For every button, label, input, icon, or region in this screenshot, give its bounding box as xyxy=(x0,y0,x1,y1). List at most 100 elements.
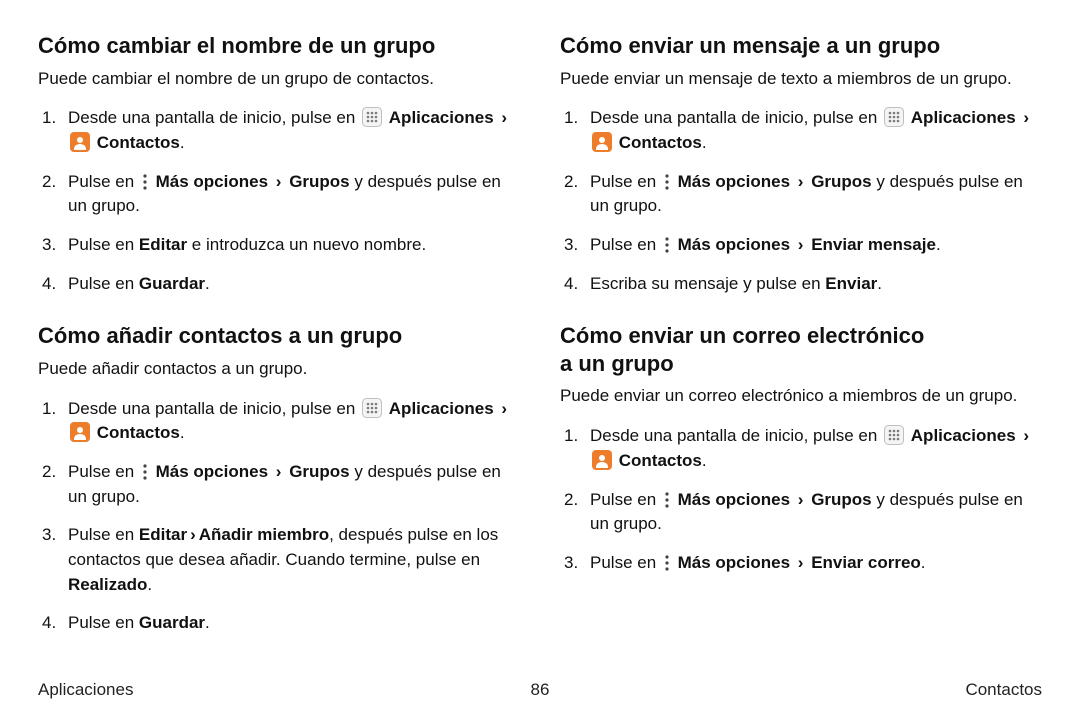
step: Pulse en Más opciones › Grupos y después… xyxy=(560,488,1042,537)
apps-icon xyxy=(884,107,904,127)
step: Pulse en Editar e introduzca un nuevo no… xyxy=(38,233,520,258)
section-title: Cómo añadir contactos a un grupo xyxy=(38,322,520,350)
step: Pulse en Más opciones › Enviar mensaje. xyxy=(560,233,1042,258)
contacts-label: Contactos xyxy=(97,423,180,442)
section-title: Cómo enviar un correo electrónico a un g… xyxy=(560,322,1042,377)
bold-term: Guardar xyxy=(139,274,205,293)
chevron-icon: › xyxy=(1020,108,1032,127)
period: . xyxy=(205,274,210,293)
more-options-icon xyxy=(663,173,671,191)
step-text: Desde una pantalla de inicio, pulse en xyxy=(68,108,360,127)
chevron-icon: › xyxy=(498,399,510,418)
period: . xyxy=(180,133,185,152)
section-title: Cómo enviar un mensaje a un grupo xyxy=(560,32,1042,60)
step-text: Escriba su mensaje y pulse en xyxy=(590,274,825,293)
step-text: Pulse en xyxy=(590,490,661,509)
two-column-layout: Cómo cambiar el nombre de un grupo Puede… xyxy=(38,32,1042,672)
chevron-icon: › xyxy=(795,235,807,254)
more-options-label: Más opciones xyxy=(678,172,790,191)
contacts-icon xyxy=(592,132,612,152)
footer-right: Contactos xyxy=(965,680,1042,700)
more-options-label: Más opciones xyxy=(678,553,790,572)
step-text: Desde una pantalla de inicio, pulse en xyxy=(590,426,882,445)
footer-left: Aplicaciones xyxy=(38,680,133,700)
period: . xyxy=(702,133,707,152)
step: Pulse en Más opciones › Grupos y después… xyxy=(38,170,520,219)
bold-term: Enviar xyxy=(825,274,877,293)
more-options-icon xyxy=(141,463,149,481)
apps-label: Aplicaciones xyxy=(911,108,1016,127)
apps-label: Aplicaciones xyxy=(389,108,494,127)
step-text: Pulse en xyxy=(68,274,139,293)
grupos-label: Grupos xyxy=(811,172,871,191)
step-text: Pulse en xyxy=(590,553,661,572)
step: Desde una pantalla de inicio, pulse en A… xyxy=(38,106,520,155)
step: Desde una pantalla de inicio, pulse en A… xyxy=(38,397,520,446)
period: . xyxy=(921,553,926,572)
contacts-label: Contactos xyxy=(619,451,702,470)
more-options-label: Más opciones xyxy=(678,490,790,509)
chevron-icon: › xyxy=(273,462,285,481)
contacts-icon xyxy=(70,422,90,442)
step-text: Pulse en xyxy=(590,172,661,191)
chevron-icon: › xyxy=(1020,426,1032,445)
step: Escriba su mensaje y pulse en Enviar. xyxy=(560,272,1042,297)
section-intro: Puede añadir contactos a un grupo. xyxy=(38,358,520,381)
step: Pulse en Editar›Añadir miembro, después … xyxy=(38,523,520,597)
chevron-icon: › xyxy=(273,172,285,191)
step: Pulse en Más opciones › Enviar correo. xyxy=(560,551,1042,576)
bold-term: Guardar xyxy=(139,613,205,632)
apps-icon xyxy=(884,425,904,445)
steps-list: Desde una pantalla de inicio, pulse en A… xyxy=(38,397,520,636)
step-text: Desde una pantalla de inicio, pulse en xyxy=(590,108,882,127)
apps-label: Aplicaciones xyxy=(389,399,494,418)
period: . xyxy=(205,613,210,632)
steps-list: Desde una pantalla de inicio, pulse en A… xyxy=(560,424,1042,575)
bold-term: Editar xyxy=(139,525,187,544)
contacts-icon xyxy=(592,450,612,470)
more-options-label: Más opciones xyxy=(156,172,268,191)
step: Pulse en Más opciones › Grupos y después… xyxy=(38,460,520,509)
chevron-icon: › xyxy=(795,172,807,191)
period: . xyxy=(180,423,185,442)
more-options-label: Más opciones xyxy=(678,235,790,254)
bold-term: Editar xyxy=(139,235,187,254)
apps-icon xyxy=(362,398,382,418)
section-intro: Puede enviar un correo electrónico a mie… xyxy=(560,385,1042,408)
step-text: Pulse en xyxy=(68,235,139,254)
chevron-icon: › xyxy=(498,108,510,127)
step: Pulse en Más opciones › Grupos y después… xyxy=(560,170,1042,219)
right-column: Cómo enviar un mensaje a un grupo Puede … xyxy=(560,32,1042,672)
bold-term: Enviar correo xyxy=(811,553,921,572)
step: Desde una pantalla de inicio, pulse en A… xyxy=(560,424,1042,473)
step: Desde una pantalla de inicio, pulse en A… xyxy=(560,106,1042,155)
page-footer: Aplicaciones 86 Contactos xyxy=(38,680,1042,700)
period: . xyxy=(936,235,941,254)
steps-list: Desde una pantalla de inicio, pulse en A… xyxy=(560,106,1042,296)
step: Pulse en Guardar. xyxy=(38,611,520,636)
grupos-label: Grupos xyxy=(289,172,349,191)
more-options-icon xyxy=(663,236,671,254)
apps-label: Aplicaciones xyxy=(911,426,1016,445)
step-text: Pulse en xyxy=(68,525,139,544)
chevron-icon: › xyxy=(795,553,807,572)
section-title: Cómo cambiar el nombre de un grupo xyxy=(38,32,520,60)
step-text: Pulse en xyxy=(68,613,139,632)
more-options-icon xyxy=(663,554,671,572)
steps-list: Desde una pantalla de inicio, pulse en A… xyxy=(38,106,520,296)
bold-term: Añadir miembro xyxy=(199,525,329,544)
period: . xyxy=(702,451,707,470)
step-text: Pulse en xyxy=(590,235,661,254)
chevron-icon: › xyxy=(795,490,807,509)
bold-term: Realizado xyxy=(68,575,147,594)
contacts-label: Contactos xyxy=(619,133,702,152)
step-text: Pulse en xyxy=(68,462,139,481)
step-text: Pulse en xyxy=(68,172,139,191)
period: . xyxy=(877,274,882,293)
section-intro: Puede cambiar el nombre de un grupo de c… xyxy=(38,68,520,91)
section-intro: Puede enviar un mensaje de texto a miemb… xyxy=(560,68,1042,91)
contacts-label: Contactos xyxy=(97,133,180,152)
left-column: Cómo cambiar el nombre de un grupo Puede… xyxy=(38,32,520,672)
step: Pulse en Guardar. xyxy=(38,272,520,297)
page-number: 86 xyxy=(531,680,550,700)
